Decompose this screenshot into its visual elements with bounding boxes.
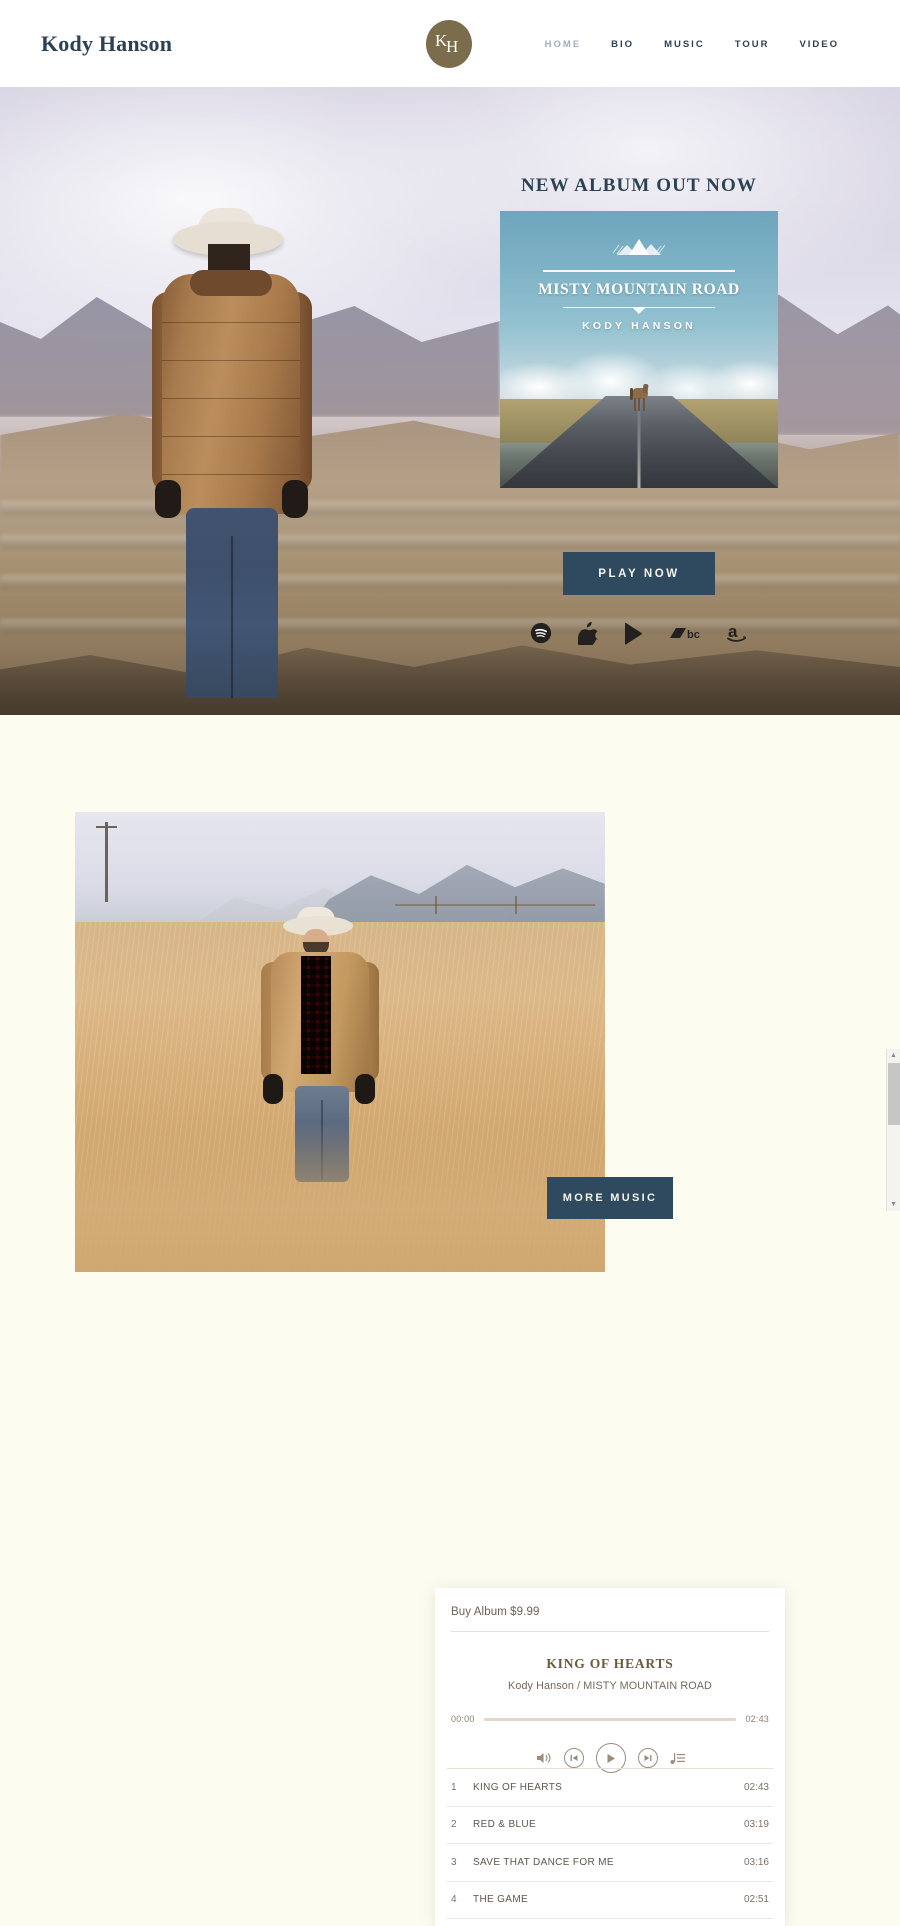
volume-icon[interactable] xyxy=(536,1751,552,1765)
more-music-button[interactable]: MORE MUSIC xyxy=(547,1177,673,1219)
player-divider xyxy=(451,1631,769,1632)
progress-row: 00:00 02:43 xyxy=(451,1714,769,1724)
nav-item-music[interactable]: MUSIC xyxy=(649,39,720,50)
table-row[interactable]: 4 THE GAME 02:51 xyxy=(447,1882,773,1919)
track-name: KING OF HEARTS xyxy=(473,1781,563,1793)
buy-album-link[interactable]: Buy Album $9.99 xyxy=(451,1606,539,1618)
album-art-rule-bottom xyxy=(563,306,715,308)
table-row[interactable]: 3 SAVE THAT DANCE FOR ME 03:16 xyxy=(447,1844,773,1882)
track-number: 3 xyxy=(451,1856,457,1868)
album-art-artist: KODY HANSON xyxy=(582,320,696,332)
track-number: 4 xyxy=(451,1894,457,1906)
nav-item-video[interactable]: VIDEO xyxy=(784,39,854,50)
track-name: RED & BLUE xyxy=(473,1819,536,1831)
hero-banner: NEW ALBUM OUT NOW MISTY MOUNTAIN ROAD KO… xyxy=(0,87,900,715)
album-art-horse xyxy=(630,383,649,412)
track-duration: 02:51 xyxy=(743,1894,769,1906)
site-wordmark[interactable]: Kody Hanson xyxy=(41,31,172,57)
now-playing-title: KING OF HEARTS xyxy=(546,1656,674,1671)
spotify-icon[interactable] xyxy=(530,622,552,644)
track-duration: 02:43 xyxy=(743,1781,769,1793)
track-number: 1 xyxy=(451,1781,457,1793)
track-name: THE GAME xyxy=(473,1894,529,1906)
promo-title: NEW ALBUM OUT NOW xyxy=(520,175,757,196)
track-duration: 03:19 xyxy=(743,1819,769,1831)
nav-item-tour[interactable]: TOUR xyxy=(720,39,785,50)
buy-album-row: Buy Album $9.99 xyxy=(435,1588,785,1631)
previous-track-icon[interactable] xyxy=(563,1748,584,1768)
hero-promo-block: NEW ALBUM OUT NOW MISTY MOUNTAIN ROAD KO… xyxy=(500,175,778,488)
scrollbar-thumb[interactable] xyxy=(888,1063,900,1125)
google-play-icon[interactable] xyxy=(624,622,645,645)
nav-item-home[interactable]: HOME xyxy=(530,39,597,50)
play-now-button[interactable]: PLAY NOW xyxy=(563,552,715,595)
apple-music-icon[interactable] xyxy=(577,621,598,645)
bandcamp-icon[interactable]: bc xyxy=(670,625,700,641)
table-row[interactable]: 2 RED & BLUE 03:19 xyxy=(447,1807,773,1844)
progress-slider[interactable] xyxy=(483,1717,737,1721)
amazon-icon[interactable]: a xyxy=(726,622,750,644)
music-player-card: Buy Album $9.99 KING OF HEARTS Kody Hans… xyxy=(435,1588,785,1926)
mountain-peaks-icon xyxy=(612,239,666,255)
time-total: 02:43 xyxy=(745,1714,769,1724)
album-artwork[interactable]: MISTY MOUNTAIN ROAD KODY HANSON xyxy=(500,211,778,488)
artist-field-photo xyxy=(75,812,605,1272)
svg-text:bc: bc xyxy=(687,629,700,641)
nav-item-bio[interactable]: BIO xyxy=(596,39,649,50)
hero-figure-cowboy xyxy=(150,208,350,702)
playlist-icon[interactable] xyxy=(670,1752,685,1765)
logo-badge[interactable]: K H xyxy=(426,20,472,68)
site-header: Kody Hanson K H HOME BIO MUSIC TOUR VIDE… xyxy=(0,0,900,87)
logo-monogram: K H xyxy=(434,32,464,56)
track-duration: 03:16 xyxy=(743,1856,769,1868)
track-number: 2 xyxy=(451,1819,457,1831)
main-navigation: HOME BIO MUSIC TOUR VIDEO xyxy=(530,39,854,50)
store-links-row: bc a xyxy=(530,615,750,651)
next-track-icon[interactable] xyxy=(637,1748,658,1768)
album-art-rule-top xyxy=(543,270,735,272)
album-art-text-overlay: MISTY MOUNTAIN ROAD KODY HANSON xyxy=(500,237,778,332)
track-name: SAVE THAT DANCE FOR ME xyxy=(473,1856,614,1868)
tracklist-scrollbar[interactable]: ▲ ▼ xyxy=(886,1049,900,1211)
track-list[interactable]: 1 KING OF HEARTS 02:43 2 RED & BLUE 03:1… xyxy=(447,1768,773,1926)
music-section: Buy Album $9.99 KING OF HEARTS Kody Hans… xyxy=(0,715,900,1926)
svg-text:a: a xyxy=(728,622,738,641)
table-row[interactable]: 1 KING OF HEARTS 02:43 xyxy=(447,1769,773,1807)
time-current: 00:00 xyxy=(451,1714,475,1724)
scroll-down-icon[interactable]: ▼ xyxy=(887,1198,900,1211)
logo-letter-h: H xyxy=(446,37,459,56)
now-playing-subtitle: Kody Hanson / MISTY MOUNTAIN ROAD xyxy=(508,1680,712,1692)
album-art-title: MISTY MOUNTAIN ROAD xyxy=(538,280,740,298)
scroll-up-icon[interactable]: ▲ xyxy=(887,1049,900,1062)
